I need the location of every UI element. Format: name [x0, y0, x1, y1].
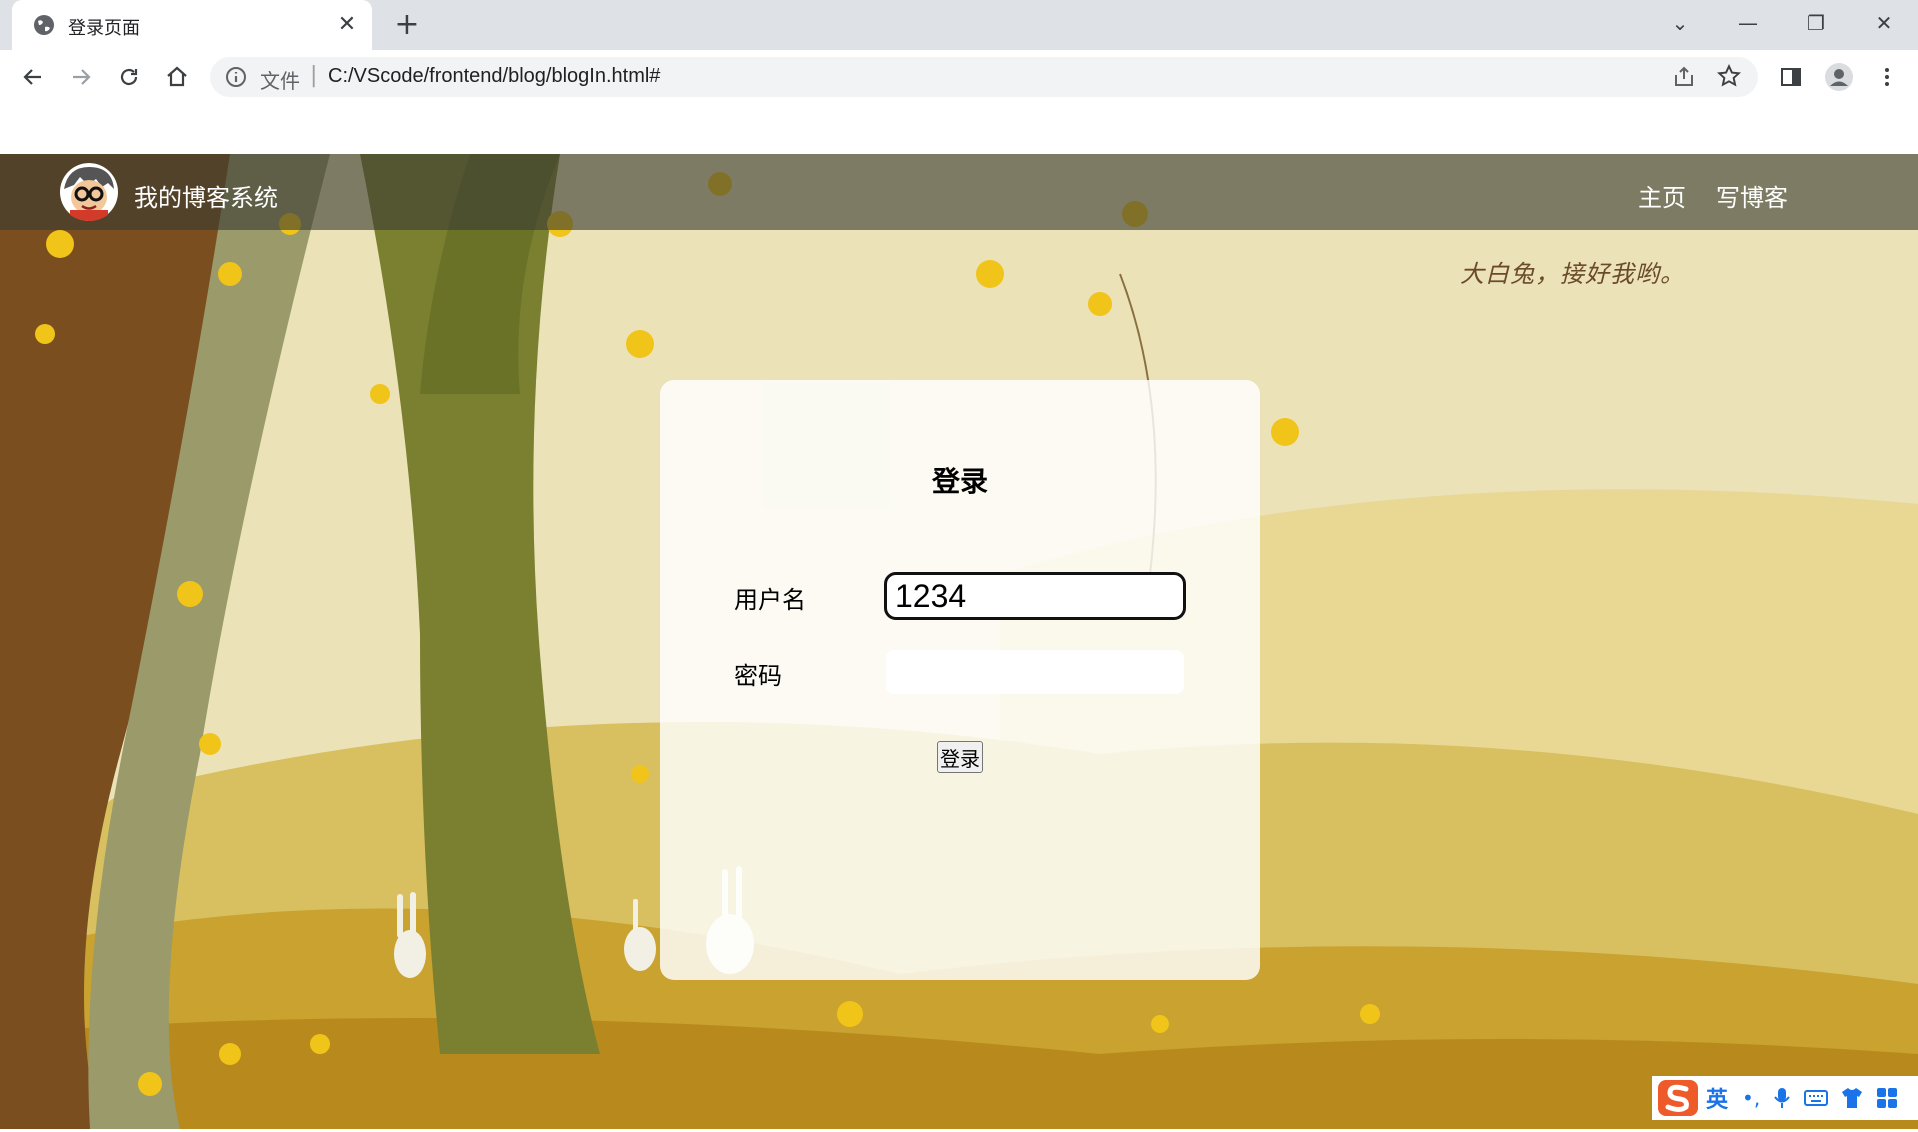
kebab-menu-icon [1885, 68, 1889, 86]
restore-button[interactable]: ❐ [1796, 6, 1836, 40]
tab-strip: 登录页面 ✕ + ⌄ — ❐ ✕ [0, 0, 1918, 50]
globe-icon [34, 15, 54, 35]
sogou-logo-icon[interactable] [1658, 1080, 1698, 1116]
login-form-card: 登录 用户名 密码 登录 [660, 380, 1260, 980]
ime-punctuation-toggle[interactable]: •, [1742, 1086, 1760, 1110]
window-close-button[interactable]: ✕ [1864, 6, 1904, 40]
nav-link-home[interactable]: 主页 [1638, 178, 1686, 213]
username-label: 用户名 [734, 586, 806, 614]
minimize-button[interactable]: — [1728, 6, 1768, 40]
arrow-right-icon [73, 69, 91, 85]
password-label: 密码 [734, 662, 782, 690]
site-title: 我的博客系统 [134, 184, 278, 212]
background-caption: 大白兔，接好我哟。 [1460, 260, 1685, 288]
bookmark-star-icon[interactable] [1716, 63, 1742, 89]
browser-toolbar: 文件 | C:/VScode/frontend/blog/blogIn.html… [0, 50, 1918, 104]
reload-button[interactable] [112, 60, 146, 94]
back-button[interactable] [16, 60, 50, 94]
tab-search-icon[interactable]: ⌄ [1660, 6, 1700, 40]
browser-tab[interactable]: 登录页面 ✕ [12, 0, 372, 50]
side-panel-icon [1781, 68, 1801, 86]
url-separator: | [310, 63, 318, 88]
ime-toolbar: 英 •, [1652, 1076, 1918, 1120]
reload-icon [120, 68, 138, 86]
mic-icon[interactable] [1772, 1086, 1792, 1110]
arrow-left-icon [23, 69, 41, 85]
login-title: 登录 [931, 465, 988, 498]
tab-close-icon[interactable]: ✕ [332, 10, 362, 40]
url-text[interactable]: C:/VScode/frontend/blog/blogIn.html# [328, 65, 660, 88]
profile-avatar-icon [1825, 63, 1853, 91]
username-input[interactable] [884, 572, 1186, 620]
address-bar[interactable]: 文件 | C:/VScode/frontend/blog/blogIn.html… [210, 57, 1758, 97]
logo-avatar[interactable] [58, 163, 120, 221]
nav-link-write-blog[interactable]: 写博客 [1716, 178, 1788, 213]
keyboard-icon[interactable] [1804, 1088, 1829, 1108]
new-tab-button[interactable]: + [390, 8, 424, 42]
url-scheme-label: 文件 [260, 69, 300, 93]
share-icon[interactable] [1672, 65, 1696, 89]
toolbox-icon[interactable] [1876, 1087, 1898, 1109]
side-panel-button[interactable] [1774, 60, 1808, 94]
home-button[interactable] [160, 60, 194, 94]
login-submit-button[interactable]: 登录 [937, 741, 983, 773]
password-input[interactable] [886, 650, 1184, 694]
cartoon-avatar-icon [60, 163, 118, 221]
page-viewport: 我的博客系统 主页 写博客 大白兔，接好我哟。 登录 用户名 密码 登录 [0, 154, 1918, 1129]
site-navbar: 我的博客系统 主页 写博客 [0, 154, 1918, 230]
forward-button[interactable] [64, 60, 98, 94]
info-icon[interactable] [224, 65, 248, 89]
menu-button[interactable] [1870, 60, 1904, 94]
tab-title: 登录页面 [68, 18, 140, 39]
ime-language-toggle[interactable]: 英 [1706, 1082, 1728, 1114]
skin-icon[interactable] [1840, 1087, 1864, 1109]
home-icon [167, 66, 187, 87]
profile-button[interactable] [1822, 60, 1856, 94]
